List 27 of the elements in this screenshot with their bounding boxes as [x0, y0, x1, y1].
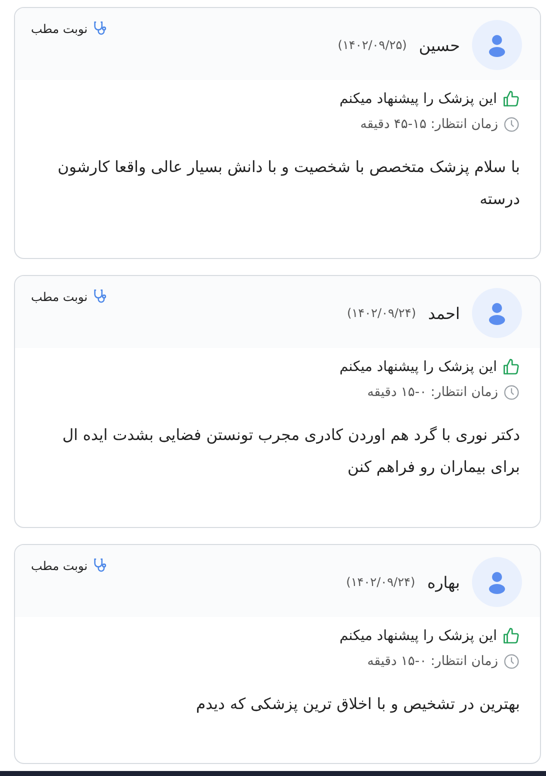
review-date: (۱۴۰۲/۰۹/۲۴) — [346, 306, 416, 320]
review-comment: بهترین در تشخیص و با اخلاق ترین پزشکی که دیدم — [195, 694, 520, 715]
wait-time: زمان انتظار: ۰-۱۵ دقیقه — [367, 385, 498, 400]
wait-time: زمان انتظار: ۱۵-۴۵ دقیقه — [360, 117, 498, 132]
review-comment: با سلام پزشک متخصص با شخصیت و با دانش بسیار عالی واقعا کارشون درسته — [56, 157, 520, 210]
stethoscope-icon — [92, 20, 109, 37]
stethoscope-icon — [92, 288, 109, 305]
recommendation-text: این پزشک را پیشنهاد میکنم — [339, 359, 497, 375]
clock-icon — [503, 384, 520, 401]
appointment-type: نوبت مطب — [31, 22, 88, 36]
wait-time: زمان انتظار: ۰-۱۵ دقیقه — [367, 654, 498, 669]
recommendation-text: این پزشک را پیشنهاد میکنم — [339, 628, 497, 644]
thumbs-up-icon — [502, 358, 520, 376]
clock-icon — [503, 116, 520, 133]
reviewer-name: بهاره — [427, 572, 460, 592]
review-date: (۱۴۰۲/۰۹/۲۵) — [338, 38, 407, 52]
thumbs-up-icon — [502, 90, 520, 108]
recommendation-text: این پزشک را پیشنهاد میکنم — [339, 91, 497, 107]
stethoscope-icon — [92, 557, 109, 574]
thumbs-up-icon — [502, 627, 520, 645]
review-date: (۱۴۰۲/۰۹/۲۴) — [346, 575, 416, 589]
review-comment: دکتر نوری با گرد هم اوردن کادری مجرب تونستن فضایی بشدت ایده ال برای بیماران رو فراهم کنن — [61, 425, 520, 478]
appointment-type: نوبت مطب — [31, 558, 88, 572]
reviewer-name: حسین — [418, 36, 460, 54]
reviewer-name: احمد — [428, 304, 460, 322]
appointment-type: نوبت مطب — [31, 290, 88, 304]
clock-icon — [503, 653, 520, 670]
